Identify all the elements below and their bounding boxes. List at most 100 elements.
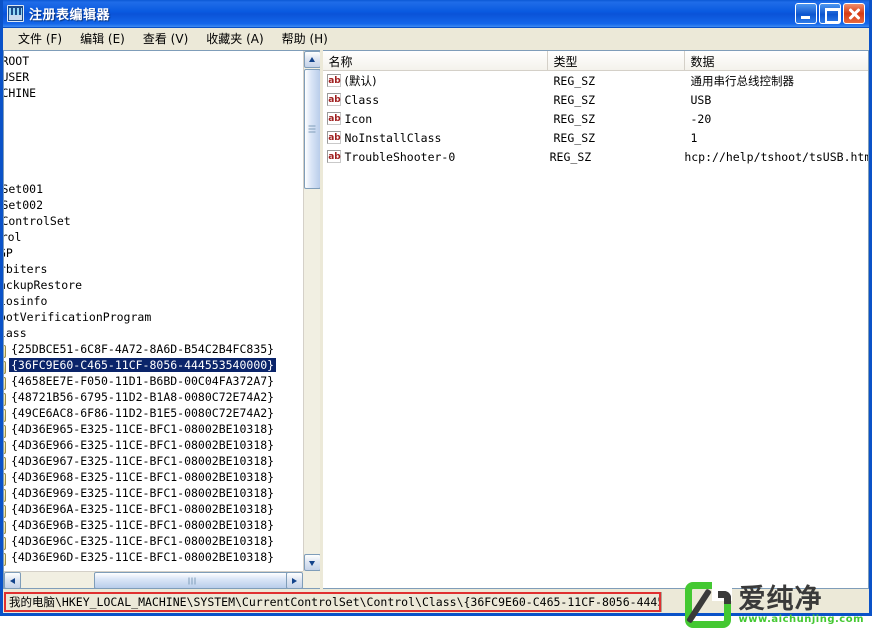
- menu-view[interactable]: 查看 (V): [134, 28, 197, 49]
- tree-horizontal-scroll-thumb[interactable]: [94, 572, 289, 589]
- column-header-name[interactable]: 名称: [323, 51, 548, 70]
- registry-editor-screenshot: 注册表编辑器 文件 (F) 编辑 (E) 查看 (V) 收藏夹 (A) 帮助 (…: [0, 0, 872, 632]
- tree-item[interactable]: [4, 117, 303, 133]
- tree-item-label: {49CE6AC8-6F86-11D2-B1E5-0080C72E74A2}: [9, 406, 276, 420]
- tree-item-label: {4D36E965-E325-11CE-BFC1-08002BE10318}: [9, 422, 276, 436]
- tree-item-label: {4D36E96A-E325-11CE-BFC1-08002BE10318}: [9, 502, 276, 516]
- value-row[interactable]: abNoInstallClassREG_SZ1: [323, 128, 869, 147]
- tree-scroll-left-button[interactable]: [4, 572, 21, 589]
- tree-item[interactable]: OCAL_MACHINE: [4, 85, 303, 101]
- ab-string-icon: ab: [327, 74, 341, 87]
- value-row[interactable]: abClassREG_SZUSB: [323, 90, 869, 109]
- tree-item-label: {4D36E96B-E325-11CE-BFC1-08002BE10318}: [9, 518, 276, 532]
- tree-item[interactable]: {4D36E965-E325-11CE-BFC1-08002BE10318}: [4, 421, 303, 437]
- value-row[interactable]: abTroubleShooter-0REG_SZhcp://help/tshoo…: [323, 147, 869, 166]
- maximize-button[interactable]: [819, 3, 841, 24]
- tree-item-label: Class: [4, 326, 29, 340]
- value-type-cell: REG_SZ: [548, 74, 685, 88]
- tree-item[interactable]: ControlSet001: [4, 181, 303, 197]
- tree-item[interactable]: AGP: [4, 245, 303, 261]
- value-name-cell: abNoInstallClass: [323, 131, 548, 145]
- tree-item-label: {4D36E966-E325-11CE-BFC1-08002BE10318}: [9, 438, 276, 452]
- tree-item[interactable]: BackupRestore: [4, 277, 303, 293]
- folder-icon: [4, 503, 5, 516]
- menu-help[interactable]: 帮助 (H): [273, 28, 337, 49]
- tree-item[interactable]: {4D36E968-E325-11CE-BFC1-08002BE10318}: [4, 469, 303, 485]
- value-name-cell: abClass: [323, 93, 548, 107]
- tree-item[interactable]: ControlSet002: [4, 197, 303, 213]
- tree-horizontal-scrollbar[interactable]: [4, 571, 303, 588]
- values-column-header: 名称 类型 数据: [323, 51, 869, 71]
- tree-item[interactable]: {4D36E96D-E325-11CE-BFC1-08002BE10318}: [4, 549, 303, 565]
- tree-item[interactable]: {48721B56-6795-11D2-B1A8-0080C72E74A2}: [4, 389, 303, 405]
- editor-panes: LASSES_ROOTURRENT_USEROCAL_MACHINEDWARE U…: [3, 50, 869, 589]
- ab-string-icon: ab: [327, 131, 341, 144]
- column-header-data[interactable]: 数据: [685, 51, 869, 70]
- registry-tree: LASSES_ROOTURRENT_USEROCAL_MACHINEDWARE U…: [4, 51, 303, 565]
- column-header-type[interactable]: 类型: [548, 51, 685, 70]
- tree-item-label: {4D36E969-E325-11CE-BFC1-08002BE10318}: [9, 486, 276, 500]
- tree-item[interactable]: {4D36E967-E325-11CE-BFC1-08002BE10318}: [4, 453, 303, 469]
- menu-file[interactable]: 文件 (F): [9, 28, 71, 49]
- tree-scroll-up-button[interactable]: [304, 51, 320, 68]
- value-row[interactable]: abIconREG_SZ-20: [323, 109, 869, 128]
- tree-item-label: Biosinfo: [4, 294, 49, 308]
- minimize-button[interactable]: [795, 3, 817, 24]
- tree-item[interactable]: Biosinfo: [4, 293, 303, 309]
- tree-item[interactable]: {49CE6AC8-6F86-11D2-B1E5-0080C72E74A2}: [4, 405, 303, 421]
- close-button[interactable]: [843, 3, 865, 24]
- value-data-cell: -20: [685, 112, 869, 126]
- tree-item[interactable]: URRENT_USER: [4, 69, 303, 85]
- value-type-cell: REG_SZ: [548, 112, 685, 126]
- tree-item[interactable]: DWARE: [4, 101, 303, 117]
- title-bar[interactable]: 注册表编辑器: [3, 0, 869, 28]
- tree-viewport[interactable]: LASSES_ROOTURRENT_USEROCAL_MACHINEDWARE U…: [4, 51, 303, 571]
- tree-item[interactable]: CurrentControlSet: [4, 213, 303, 229]
- chevron-down-icon: [309, 561, 315, 566]
- scrollbar-corner: [303, 571, 320, 588]
- tree-vertical-scrollbar[interactable]: [303, 51, 320, 571]
- tree-item[interactable]: URITY: [4, 133, 303, 149]
- tree-item[interactable]: {4D36E96A-E325-11CE-BFC1-08002BE10318}: [4, 501, 303, 517]
- folder-icon: [4, 551, 5, 564]
- menu-favorites[interactable]: 收藏夹 (A): [197, 28, 272, 49]
- tree-item[interactable]: TEM: [4, 165, 303, 181]
- tree-item[interactable]: Control: [4, 229, 303, 245]
- value-type-cell: REG_SZ: [548, 93, 685, 107]
- value-data-cell: 通用串行总线控制器: [685, 73, 869, 89]
- values-scroll-placeholder: [851, 571, 868, 588]
- value-type-cell: REG_SZ: [548, 131, 685, 145]
- window-title: 注册表编辑器: [29, 4, 795, 23]
- chevron-right-icon: [292, 578, 297, 584]
- grip-icon: [309, 126, 316, 133]
- tree-item[interactable]: BootVerificationProgram: [4, 309, 303, 325]
- menu-edit[interactable]: 编辑 (E): [71, 28, 134, 49]
- tree-item[interactable]: {4D36E966-E325-11CE-BFC1-08002BE10318}: [4, 437, 303, 453]
- tree-vertical-scroll-thumb[interactable]: [304, 69, 320, 189]
- tree-scroll-down-button[interactable]: [304, 554, 320, 571]
- folder-icon: [4, 519, 5, 532]
- tree-item-label: ControlSet002: [4, 198, 45, 212]
- tree-item[interactable]: TWARE: [4, 149, 303, 165]
- tree-item[interactable]: LASSES_ROOT: [4, 53, 303, 69]
- tree-item[interactable]: {4658EE7E-F050-11D1-B6BD-00C04FA372A7}: [4, 373, 303, 389]
- tree-item-label: BootVerificationProgram: [4, 310, 153, 324]
- status-bar: 我的电脑\HKEY_LOCAL_MACHINE\SYSTEM\CurrentCo…: [3, 591, 869, 613]
- tree-item-label: {25DBCE51-6C8F-4A72-8A6D-B54C2B4FC835}: [9, 342, 276, 356]
- tree-item-label: Arbiters: [4, 262, 49, 276]
- tree-item[interactable]: {25DBCE51-6C8F-4A72-8A6D-B54C2B4FC835}: [4, 341, 303, 357]
- ab-string-icon: ab: [327, 150, 341, 163]
- tree-item[interactable]: {4D36E96C-E325-11CE-BFC1-08002BE10318}: [4, 533, 303, 549]
- folder-icon: [4, 455, 5, 468]
- tree-item[interactable]: {4D36E969-E325-11CE-BFC1-08002BE10318}: [4, 485, 303, 501]
- registry-tree-pane: LASSES_ROOTURRENT_USEROCAL_MACHINEDWARE U…: [3, 50, 320, 589]
- tree-item[interactable]: Class: [4, 325, 303, 341]
- tree-scroll-right-button[interactable]: [286, 572, 303, 589]
- tree-item[interactable]: {36FC9E60-C465-11CF-8056-444553540000}: [4, 357, 303, 373]
- folder-icon: [4, 391, 5, 404]
- tree-item[interactable]: {4D36E96B-E325-11CE-BFC1-08002BE10318}: [4, 517, 303, 533]
- value-row[interactable]: ab(默认)REG_SZ通用串行总线控制器: [323, 71, 869, 90]
- tree-item-label: BackupRestore: [4, 278, 84, 292]
- tree-item[interactable]: Arbiters: [4, 261, 303, 277]
- tree-item-label: ControlSet001: [4, 182, 45, 196]
